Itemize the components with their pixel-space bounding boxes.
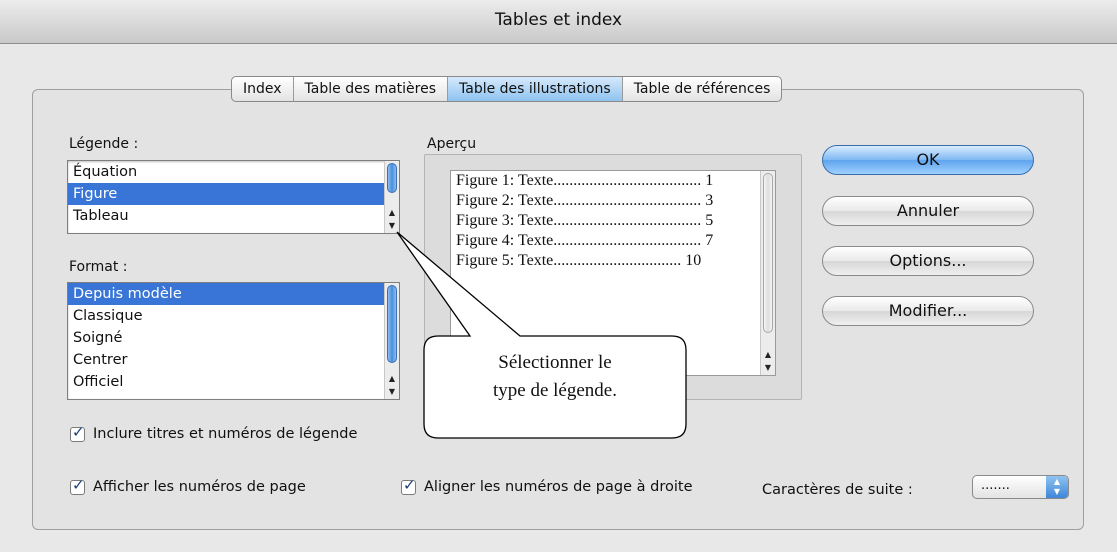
callout-text: Sélectionner le type de légende. (430, 349, 680, 405)
callout-shape (396, 231, 687, 439)
tab-table-de-references[interactable]: Table de références (623, 77, 782, 101)
tab-table-des-illustrations[interactable]: Table des illustrations (448, 77, 623, 101)
callout-line-1: Sélectionner le (498, 352, 612, 373)
tab-table-des-matieres[interactable]: Table des matières (294, 77, 449, 101)
callout-line-2: type de légende. (493, 380, 617, 401)
tab-bar: Index Table des matières Table des illus… (231, 76, 783, 102)
tab-index[interactable]: Index (232, 77, 294, 101)
